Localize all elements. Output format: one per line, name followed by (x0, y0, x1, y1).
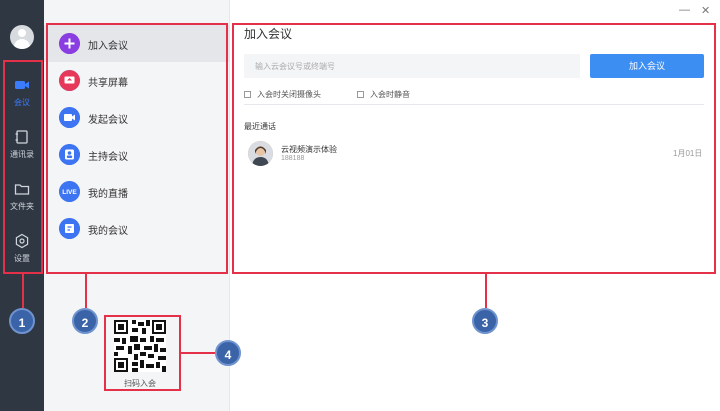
rail-item-label: 通讯录 (10, 150, 34, 159)
annotation-leader-1 (22, 274, 24, 308)
host-icon (59, 144, 80, 165)
rail-item-contacts[interactable]: 通讯录 (0, 120, 44, 164)
menu-item-my-meetings[interactable]: 我的会议 (44, 210, 230, 247)
menu-item-share-screen[interactable]: 共享屏幕 (44, 62, 230, 99)
annotation-badge-1: 1 (9, 308, 35, 334)
call-date: 1月01日 (673, 149, 703, 158)
share-screen-icon (59, 70, 80, 91)
annotation-leader-2 (85, 274, 87, 308)
divider (244, 104, 704, 105)
folder-icon (14, 184, 30, 195)
checkbox-icon[interactable] (244, 91, 251, 98)
settings-hexagon-icon (15, 233, 29, 249)
contact-avatar (248, 141, 273, 166)
rail-item-label: 会议 (14, 98, 30, 107)
option-camera-off[interactable]: 入会时关闭摄像头 (244, 89, 321, 100)
annotation-badge-3: 3 (472, 308, 498, 334)
qr-label: 扫码入会 (124, 379, 156, 388)
recent-calls-heading: 最近通话 (244, 122, 276, 131)
menu-item-label: 主持会议 (88, 152, 128, 163)
user-avatar[interactable] (10, 25, 34, 49)
rail-item-label: 设置 (14, 254, 30, 263)
join-meeting-panel: — ✕ 加入会议 加入会议 入会时关闭摄像头 入会时静音 最近通话 云视频演示体… (231, 0, 720, 411)
annotation-leader-3 (485, 274, 487, 308)
join-meeting-button[interactable]: 加入会议 (590, 54, 704, 78)
contact-number: 188188 (281, 155, 305, 162)
rail-item-settings[interactable]: 设置 (0, 224, 44, 268)
menu-item-label: 加入会议 (88, 41, 128, 52)
option-label: 入会时关闭摄像头 (257, 90, 321, 99)
close-icon[interactable]: ✕ (701, 4, 710, 17)
contacts-icon (15, 130, 28, 144)
menu-item-label: 发起会议 (88, 115, 128, 126)
page-title: 加入会议 (244, 27, 293, 41)
rail-item-label: 文件夹 (10, 202, 34, 211)
live-icon: LIVE (59, 181, 80, 202)
my-meetings-icon (59, 218, 80, 239)
menu-item-host-meeting[interactable]: 主持会议 (44, 136, 230, 173)
plus-icon (59, 33, 80, 54)
meeting-menu: 加入会议 共享屏幕 发起会议 主持会议 LIVE 我的直播 我的会议 扫码入会 (44, 0, 230, 411)
annotation-leader-4 (181, 352, 215, 354)
checkbox-icon[interactable] (357, 91, 364, 98)
video-camera-icon (15, 81, 29, 89)
menu-item-my-live[interactable]: LIVE 我的直播 (44, 173, 230, 210)
left-rail: 会议 通讯录 文件夹 设置 (0, 0, 44, 411)
option-mute[interactable]: 入会时静音 (357, 89, 410, 100)
minimize-icon[interactable]: — (679, 4, 690, 16)
meeting-id-input[interactable] (244, 54, 580, 78)
menu-item-join-meeting[interactable]: 加入会议 (44, 25, 230, 62)
annotation-badge-4: 4 (215, 340, 241, 366)
rail-item-folder[interactable]: 文件夹 (0, 172, 44, 216)
option-label: 入会时静音 (370, 90, 410, 99)
live-badge-text: LIVE (62, 189, 77, 196)
menu-item-label: 我的直播 (88, 189, 128, 200)
video-start-icon (59, 107, 80, 128)
menu-item-label: 共享屏幕 (88, 78, 128, 89)
rail-item-meetings[interactable]: 会议 (0, 68, 44, 112)
qr-code-icon[interactable] (114, 320, 166, 372)
menu-item-label: 我的会议 (88, 226, 128, 237)
menu-item-start-meeting[interactable]: 发起会议 (44, 99, 230, 136)
annotation-badge-2: 2 (72, 308, 98, 334)
contact-name: 云视频演示体验 (281, 145, 337, 154)
